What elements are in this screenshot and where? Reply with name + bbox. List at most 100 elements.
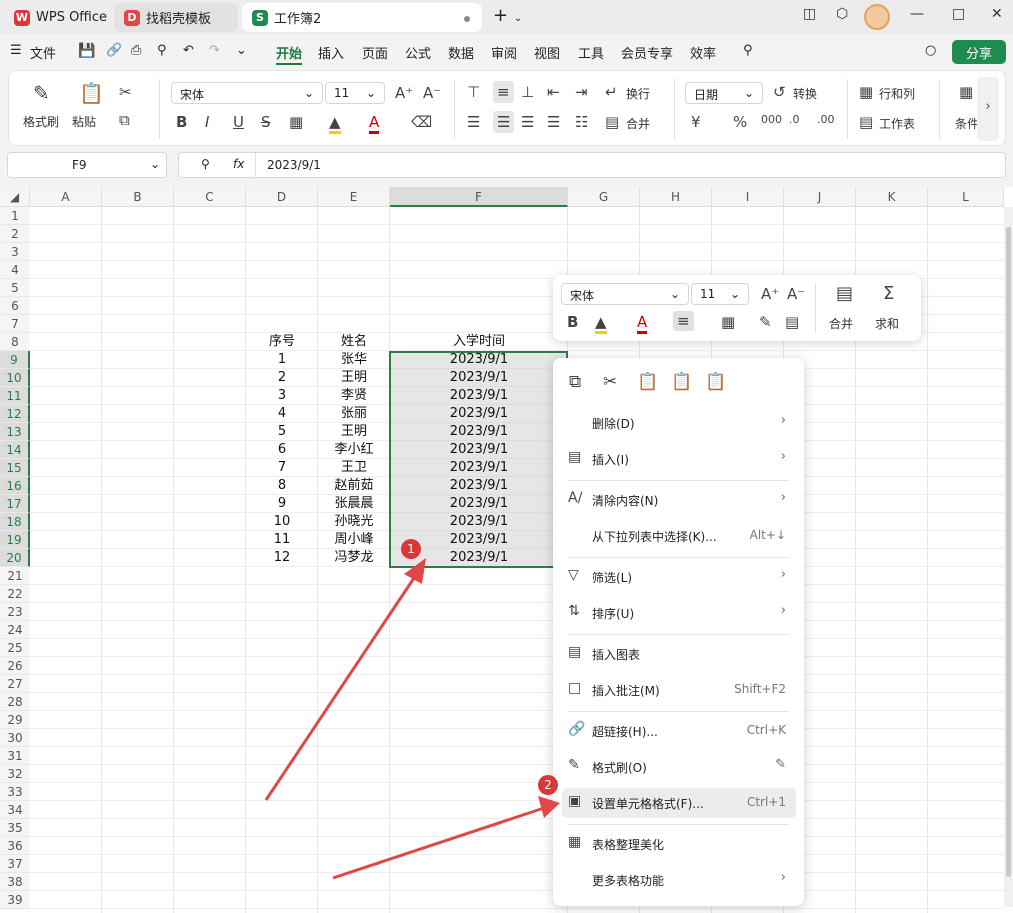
table-cell-date[interactable]: 2023/9/1 bbox=[390, 423, 568, 441]
fill-color-icon[interactable]: ▲ bbox=[329, 113, 341, 134]
conditional-icon[interactable]: ▦ bbox=[959, 83, 973, 101]
vertical-scrollbar[interactable] bbox=[1004, 207, 1013, 907]
mini-font-color-icon[interactable]: A bbox=[637, 313, 648, 334]
menu-item-insert-chart[interactable]: ▤ 插入图表 bbox=[562, 639, 796, 669]
copy-icon[interactable]: ⧉ bbox=[119, 111, 130, 129]
column-header-j[interactable]: J bbox=[784, 187, 856, 207]
table-cell-name[interactable]: 李贤 bbox=[318, 387, 390, 405]
menu-review[interactable]: 审阅 bbox=[491, 43, 517, 62]
table-cell-name[interactable]: 孙晓光 bbox=[318, 513, 390, 531]
row-header[interactable]: 26 bbox=[0, 657, 30, 675]
maximize-icon[interactable]: □ bbox=[952, 6, 965, 22]
menu-item-format-cells[interactable]: ▣ 设置单元格格式(F)... Ctrl+1 bbox=[562, 788, 796, 818]
distribute-icon[interactable]: ☷ bbox=[575, 113, 588, 131]
mini-font-name-select[interactable]: 宋体 ⌄ bbox=[561, 283, 689, 305]
row-header[interactable]: 34 bbox=[0, 801, 30, 819]
paste-label[interactable]: 粘贴 bbox=[72, 113, 96, 130]
mini-fill-color-icon[interactable]: ▲ bbox=[595, 313, 607, 334]
table-cell-name[interactable]: 张丽 bbox=[318, 405, 390, 423]
mini-increase-font-icon[interactable]: A⁺ bbox=[761, 285, 779, 303]
mini-sum-icon[interactable]: Σ bbox=[883, 283, 894, 304]
column-header-e[interactable]: E bbox=[318, 187, 390, 207]
row-header[interactable]: 24 bbox=[0, 621, 30, 639]
row-header[interactable]: 5 bbox=[0, 279, 30, 297]
row-header[interactable]: 11 bbox=[0, 387, 30, 405]
table-cell-name[interactable]: 李小红 bbox=[318, 441, 390, 459]
chat-icon[interactable]: ○ bbox=[925, 43, 936, 58]
formula-input[interactable]: ⚲ fx 2023/9/1 bbox=[178, 152, 1006, 179]
column-header-l[interactable]: L bbox=[928, 187, 1004, 207]
name-box[interactable]: F9 ⌄ bbox=[7, 152, 167, 178]
table-cell-seq[interactable]: 6 bbox=[246, 441, 318, 459]
merge-label[interactable]: 合并 bbox=[626, 115, 650, 132]
paste-text-icon[interactable]: 📋 bbox=[671, 372, 692, 392]
menu-page[interactable]: 页面 bbox=[362, 43, 388, 62]
font-name-select[interactable]: 宋体 ⌄ bbox=[171, 82, 323, 104]
menu-home[interactable]: 开始 bbox=[276, 43, 303, 65]
more-dropdown-icon[interactable]: ⌄ bbox=[236, 43, 247, 58]
table-cell-date[interactable]: 2023/9/1 bbox=[390, 495, 568, 513]
row-header[interactable]: 22 bbox=[0, 585, 30, 603]
table-cell-name[interactable]: 张晨晨 bbox=[318, 495, 390, 513]
font-color-icon[interactable]: A bbox=[369, 113, 380, 134]
row-header[interactable]: 18 bbox=[0, 513, 30, 531]
paste-icon[interactable]: 📋 bbox=[79, 81, 104, 105]
mini-border-icon[interactable]: ▦ bbox=[721, 313, 735, 331]
row-header[interactable]: 28 bbox=[0, 693, 30, 711]
copy-icon[interactable]: ⧉ bbox=[569, 372, 581, 392]
row-header[interactable]: 30 bbox=[0, 729, 30, 747]
menu-item-format-painter[interactable]: ✎ 格式刷(O) ✎ bbox=[562, 752, 796, 782]
menu-item-hyperlink[interactable]: 🔗 超链接(H)... Ctrl+K bbox=[562, 716, 796, 746]
row-header[interactable]: 39 bbox=[0, 891, 30, 909]
zoom-icon[interactable]: ⚲ bbox=[201, 157, 210, 171]
layout-icon[interactable]: ◫ bbox=[803, 6, 816, 22]
row-header[interactable]: 1 bbox=[0, 207, 30, 225]
menu-item-more[interactable]: 更多表格功能 › bbox=[562, 865, 796, 895]
menu-item-clear[interactable]: A∕ 清除内容(N) › bbox=[562, 485, 796, 515]
row-header[interactable]: 13 bbox=[0, 423, 30, 441]
align-top-icon[interactable]: ⊤ bbox=[467, 83, 480, 101]
menu-item-pick-list[interactable]: 从下拉列表中选择(K)... Alt+↓ bbox=[562, 521, 796, 551]
mini-merge-icon[interactable]: ▤ bbox=[836, 283, 853, 304]
table-cell-name[interactable]: 周小峰 bbox=[318, 531, 390, 549]
menu-formula[interactable]: 公式 bbox=[405, 43, 431, 62]
tab-workbook[interactable]: S 工作簿2 bbox=[242, 3, 482, 32]
undo-icon[interactable]: ↶ bbox=[183, 43, 194, 58]
worksheet-icon[interactable]: ▤ bbox=[859, 113, 873, 131]
table-cell-date[interactable]: 2023/9/1 bbox=[390, 513, 568, 531]
justify-icon[interactable]: ☰ bbox=[547, 113, 560, 131]
table-cell-seq[interactable]: 11 bbox=[246, 531, 318, 549]
table-cell-seq[interactable]: 12 bbox=[246, 549, 318, 567]
row-header[interactable]: 2 bbox=[0, 225, 30, 243]
row-header[interactable]: 36 bbox=[0, 837, 30, 855]
menu-item-insert-comment[interactable]: □ 插入批注(M) Shift+F2 bbox=[562, 675, 796, 705]
column-header-g[interactable]: G bbox=[568, 187, 640, 207]
table-cell-seq[interactable]: 9 bbox=[246, 495, 318, 513]
align-left-icon[interactable]: ☰ bbox=[467, 113, 480, 131]
table-cell-date[interactable]: 2023/9/1 bbox=[390, 441, 568, 459]
currency-icon[interactable]: ¥ bbox=[691, 113, 701, 131]
row-header[interactable]: 38 bbox=[0, 873, 30, 891]
link-icon[interactable]: 🔗 bbox=[106, 43, 122, 58]
worksheet-label[interactable]: 工作表 bbox=[879, 115, 915, 132]
row-header[interactable]: 19 bbox=[0, 531, 30, 549]
menu-efficiency[interactable]: 效率 bbox=[690, 43, 716, 62]
row-header[interactable]: 31 bbox=[0, 747, 30, 765]
share-button[interactable]: 分享 bbox=[952, 40, 1006, 64]
table-cell-date[interactable]: 2023/9/1 bbox=[390, 351, 568, 369]
table-cell-seq[interactable]: 2 bbox=[246, 369, 318, 387]
mini-align-icon[interactable]: ≡ bbox=[673, 311, 694, 331]
table-cell-name[interactable]: 王卫 bbox=[318, 459, 390, 477]
table-cell-seq[interactable]: 5 bbox=[246, 423, 318, 441]
hamburger-icon[interactable]: ☰ bbox=[10, 43, 22, 58]
table-cell-seq[interactable]: 7 bbox=[246, 459, 318, 477]
format-painter-icon[interactable]: ✎ bbox=[33, 81, 50, 105]
table-cell-date[interactable]: 2023/9/1 bbox=[390, 387, 568, 405]
table-cell-seq[interactable]: 8 bbox=[246, 477, 318, 495]
print-icon[interactable]: ⎙ bbox=[131, 43, 141, 58]
menu-item-filter[interactable]: ▽ 筛选(L) › bbox=[562, 562, 796, 592]
column-header-b[interactable]: B bbox=[102, 187, 174, 207]
mini-bold-icon[interactable]: B bbox=[567, 313, 578, 331]
new-tab-icon[interactable]: + ⌄ bbox=[493, 5, 522, 26]
convert-icon[interactable]: ↺ bbox=[773, 83, 786, 101]
